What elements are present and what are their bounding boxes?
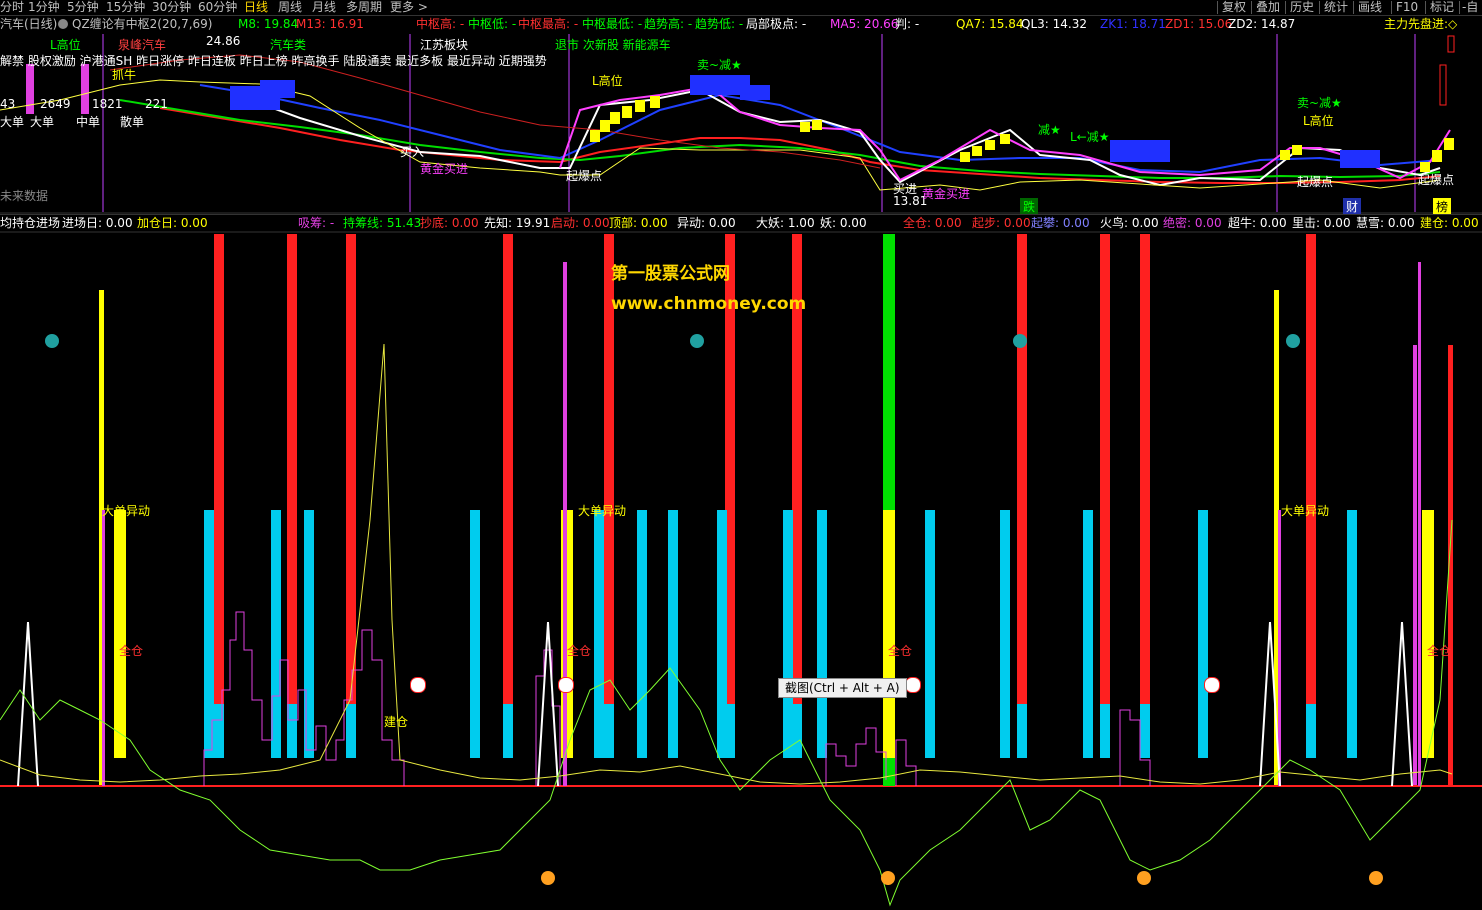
chevron-up-icon (1369, 871, 1383, 885)
gold-buy-label: 黄金买进 (420, 162, 469, 176)
big-label: 大单 (30, 115, 55, 129)
big-move-label: 大单异动 (102, 504, 151, 518)
chevron-down-icon (690, 334, 704, 348)
red-bars (214, 234, 1453, 785)
full-label-4: 全仓 (1427, 644, 1452, 658)
small-label: 散单 (120, 115, 145, 129)
mid-label: 中单 (76, 115, 101, 129)
full-label-2: 全仓 (567, 644, 592, 658)
lichui: 里击: 0.00 (1292, 216, 1351, 230)
take-off-label-3: 起爆点 (1418, 173, 1455, 187)
high-label: L高位 (50, 38, 81, 52)
plus-circle-icon (1204, 677, 1220, 693)
reduce-label-3: L←减★ (1070, 130, 1110, 144)
chevron-up-icon (1137, 871, 1151, 885)
volume-bar (26, 64, 34, 114)
chevron-up-icon (881, 871, 895, 885)
sub-indicator-info: 均持仓进场 进场日: 0.00 加仓日: 0.00 吸筹: - 持筹线: 51.… (0, 214, 1482, 233)
ma-darkred-line (109, 54, 881, 169)
xianzhi: 先知: 19.91 (484, 216, 551, 230)
catch-bull-label: 抓牛 (112, 68, 137, 82)
full-label: 全仓 (119, 644, 144, 658)
cai-badge: 财 (1343, 198, 1362, 215)
qibu: 起步: 0.00 (972, 216, 1031, 230)
chart-canvas (0, 34, 1482, 907)
buy-label: 买入 (400, 145, 425, 159)
vol-1: 2649 (40, 97, 71, 111)
ind2-name[interactable]: 均持仓进场 (0, 215, 60, 231)
price-label: 24.86 (206, 34, 241, 48)
huoniao: 火鸟: 0.00 (1100, 216, 1159, 230)
add-day: 加仓日: 0.00 (137, 216, 208, 230)
concept-tags: 解禁 股权激励 沪港通SH 昨日涨停 昨日连板 昨日上榜 昨高换手 陆股通卖 最… (0, 54, 547, 68)
dayao: 大妖: 1.00 (756, 216, 815, 230)
enter-day: 进场日: 0.00 (62, 216, 133, 230)
jiancang: 建仓: 0.00 (1420, 216, 1479, 230)
reduce-label-1: 卖~减★ (697, 58, 742, 72)
high-label-3: L高位 (1303, 114, 1334, 128)
juemi: 绝密: 0.00 (1163, 216, 1222, 230)
chevron-up-icon (541, 871, 555, 885)
watermark-url: www.chnmoney.com (611, 294, 807, 314)
reduce-label-2: 减★ (1038, 123, 1061, 137)
yidong: 异动: 0.00 (677, 216, 736, 230)
candle-red (1447, 35, 1455, 53)
quancang: 全仓: 0.00 (903, 216, 962, 230)
chevron-down-icon (1013, 334, 1027, 348)
take-off-label-2: 起爆点 (1297, 175, 1334, 189)
big-single-label: 大单 (0, 115, 25, 129)
magenta-thin-bars (102, 262, 1421, 786)
volume-bar (81, 64, 89, 114)
sector-label-2: 汽车类 (270, 38, 307, 52)
big-move-label-2: 大单异动 (578, 504, 627, 518)
plus-circle-icon (905, 677, 921, 693)
plus-circle-icon (558, 677, 574, 693)
watermark-title: 第一股票公式网 (611, 264, 730, 284)
chevron-down-icon (1286, 334, 1300, 348)
chaoniu: 超牛: 0.00 (1228, 216, 1287, 230)
gold-buy-label-2: 黄金买进 (922, 187, 971, 201)
qidong: 启动: 0.00 (551, 216, 610, 230)
chaodi: 抄底: 0.00 (420, 216, 479, 230)
chichou: 持筹线: 51.43 (343, 216, 422, 230)
die-badge: 跌 (1020, 198, 1039, 215)
plus-circle-icon (410, 677, 426, 693)
future-data-label: 未来数据 (0, 189, 49, 203)
sector-label: 泉峰汽车 (118, 38, 167, 52)
bang-badge: 榜 (1433, 198, 1452, 215)
yao: 妖: 0.00 (820, 216, 867, 230)
sector-label-3: 江苏板块 (420, 38, 469, 52)
chevron-down-icon (45, 334, 59, 348)
candle-red (1439, 64, 1447, 106)
green-bar (883, 758, 895, 786)
reduce-label-4: 卖~减★ (1297, 96, 1342, 110)
take-off-label: 起爆点 (566, 169, 603, 183)
cyan-bars (204, 510, 1357, 758)
high-label-2: L高位 (592, 74, 623, 88)
vol-2: 1821 (92, 97, 123, 111)
qipan: 起攀: 0.00 (1031, 216, 1090, 230)
tags-label: 退市 次新股 新能源车 (555, 38, 671, 52)
vol-3: 221 (145, 97, 168, 111)
xichou: 吸筹: - (298, 216, 335, 230)
green-bar (883, 234, 895, 510)
build-label: 建仓 (384, 715, 409, 729)
big-move-label-3: 大单异动 (1281, 504, 1330, 518)
yellow-bars (99, 290, 1434, 785)
screenshot-tooltip: 截图(Ctrl + Alt + A) (778, 678, 907, 698)
huixue: 慧雪: 0.00 (1356, 216, 1415, 230)
vol-0: 43 (0, 97, 16, 111)
dingbu: 顶部: 0.00 (609, 216, 668, 230)
full-label-3: 全仓 (888, 644, 913, 658)
